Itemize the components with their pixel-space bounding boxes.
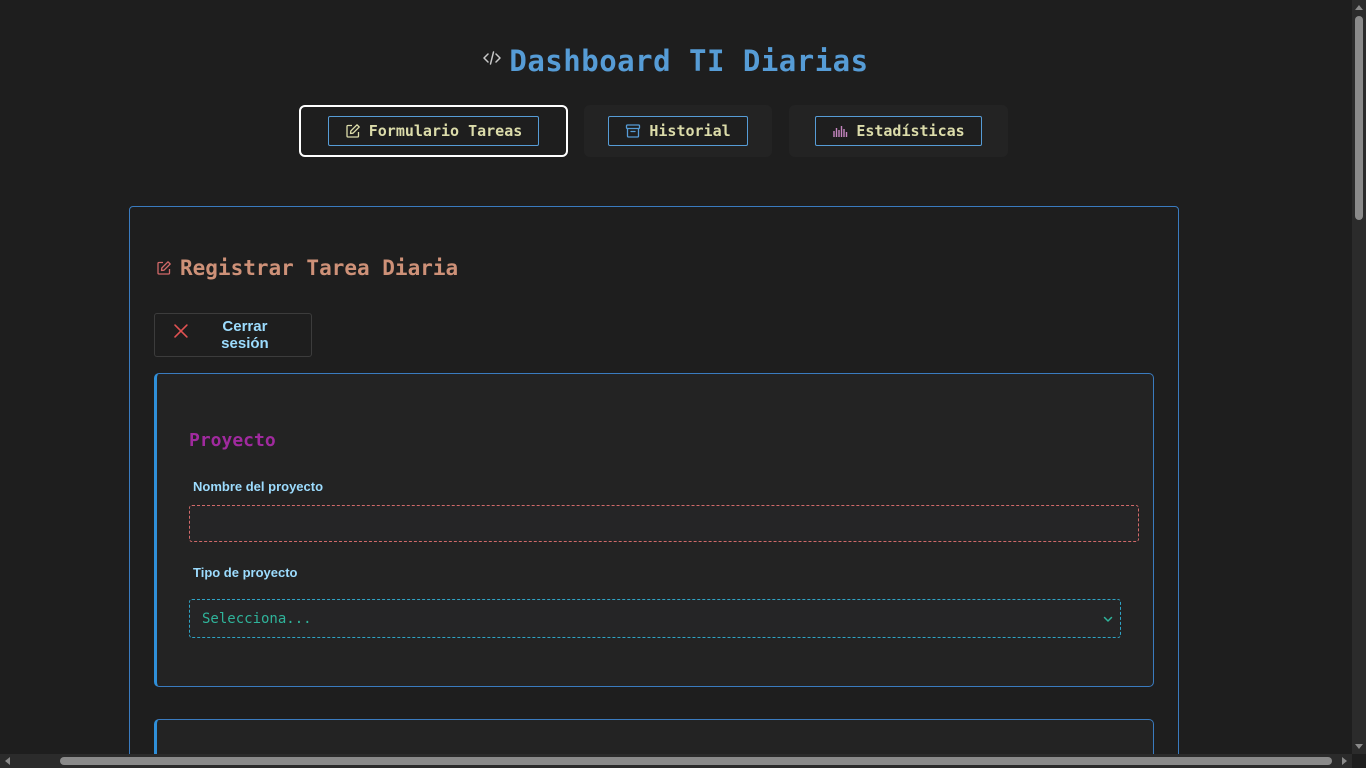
form-title-text: Registrar Tarea Diaria xyxy=(180,256,459,280)
tab-label: Estadísticas xyxy=(856,122,965,140)
page: Dashboard TI Diarias Formulario Tareas H… xyxy=(0,0,1366,768)
app-title: Dashboard TI Diarias xyxy=(509,44,869,78)
project-name-input[interactable] xyxy=(189,505,1139,542)
vertical-scrollbar[interactable] xyxy=(1352,0,1366,754)
project-type-select[interactable]: Selecciona... xyxy=(189,599,1121,638)
edit-icon xyxy=(346,124,360,138)
tab-estadisticas[interactable]: Estadísticas xyxy=(815,116,982,146)
project-type-value: Selecciona... xyxy=(202,610,312,627)
tab-formulario-wrapper: Formulario Tareas xyxy=(299,105,568,157)
vertical-scroll-thumb[interactable] xyxy=(1355,16,1363,220)
tab-historial[interactable]: Historial xyxy=(608,116,748,146)
form-title: Registrar Tarea Diaria xyxy=(156,256,458,280)
horizontal-scroll-thumb[interactable] xyxy=(60,757,1332,765)
horizontal-scrollbar[interactable] xyxy=(0,754,1352,768)
bar-chart-icon xyxy=(833,126,848,137)
logout-button[interactable]: Cerrar sesión xyxy=(154,313,312,357)
edit-icon xyxy=(157,261,171,275)
scrollbar-corner xyxy=(1352,754,1366,768)
scroll-down-arrow-icon[interactable] xyxy=(1355,744,1363,749)
project-legend: Proyecto xyxy=(189,430,276,451)
project-name-label: Nombre del proyecto xyxy=(193,479,324,494)
tab-formulario-tareas[interactable]: Formulario Tareas xyxy=(327,116,540,146)
tab-label: Historial xyxy=(649,122,731,140)
scroll-right-arrow-icon[interactable] xyxy=(1342,757,1347,765)
tab-historial-wrapper: Historial xyxy=(584,105,772,157)
archive-icon xyxy=(626,124,641,138)
app-header: Dashboard TI Diarias xyxy=(0,44,1352,78)
scroll-left-arrow-icon[interactable] xyxy=(5,757,10,765)
chevron-down-icon xyxy=(1103,616,1113,622)
close-icon xyxy=(174,324,188,338)
logout-label: Cerrar sesión xyxy=(221,318,269,352)
tab-label: Formulario Tareas xyxy=(368,122,523,140)
scroll-up-arrow-icon[interactable] xyxy=(1355,5,1363,10)
code-icon xyxy=(483,51,502,65)
tab-estadisticas-wrapper: Estadísticas xyxy=(789,105,1008,157)
project-type-label: Tipo de proyecto xyxy=(193,565,298,580)
